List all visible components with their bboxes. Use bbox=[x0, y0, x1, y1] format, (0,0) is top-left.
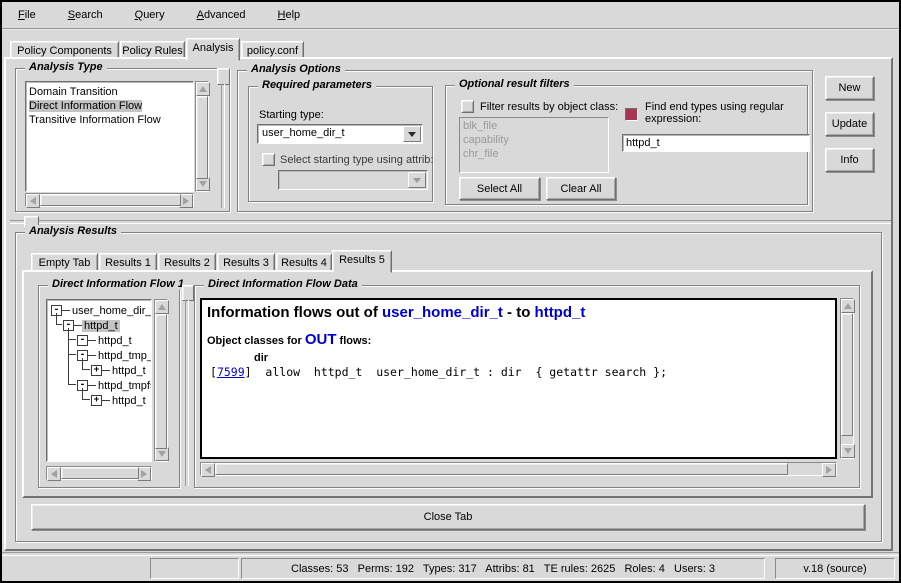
flow-tree-vscrollbar[interactable] bbox=[154, 299, 168, 462]
analysis-results-label: Analysis Results bbox=[25, 225, 121, 237]
scroll-up-icon[interactable] bbox=[196, 82, 210, 96]
tree-node[interactable]: +httpd_t bbox=[47, 393, 151, 408]
flow-tree-hscrollbar[interactable] bbox=[46, 466, 152, 480]
analysis-type-label: Analysis Type bbox=[25, 61, 107, 73]
tree-connector bbox=[68, 384, 76, 385]
list-item[interactable]: Domain Transition bbox=[26, 85, 193, 99]
flow-data-vscrollbar[interactable] bbox=[840, 298, 854, 459]
chevron-down-icon[interactable] bbox=[403, 126, 421, 142]
menu-search[interactable]: Search bbox=[64, 7, 107, 23]
tree-data-sash-handle[interactable] bbox=[182, 285, 194, 301]
scroll-right-icon[interactable] bbox=[137, 467, 151, 481]
analysis-type-vscrollbar[interactable] bbox=[195, 81, 209, 192]
status-empty-box bbox=[150, 558, 239, 579]
flow-title: Information flows out of user_home_dir_t… bbox=[202, 300, 835, 321]
results-sash[interactable] bbox=[10, 220, 891, 224]
rule-number-link[interactable]: 7599 bbox=[217, 365, 245, 379]
scroll-left-icon[interactable] bbox=[201, 463, 215, 477]
starting-type-label: Starting type: bbox=[259, 109, 324, 121]
chevron-down-icon bbox=[408, 172, 426, 188]
flow-rule: [7599] allow httpd_t user_home_dir_t : d… bbox=[202, 364, 835, 379]
tree-connector bbox=[68, 354, 76, 355]
tree-node[interactable]: -httpd_tmpfs_t bbox=[47, 378, 151, 393]
flow-data-textpane[interactable]: Information flows out of user_home_dir_t… bbox=[200, 298, 837, 459]
object-class-checkbox-label: Filter results by object class: bbox=[480, 101, 618, 113]
scroll-up-icon[interactable] bbox=[841, 299, 855, 313]
list-item: capability bbox=[460, 133, 608, 147]
optional-filters-label: Optional result filters bbox=[455, 78, 574, 90]
select-all-button[interactable]: Select All bbox=[459, 177, 540, 200]
flow-object-class: dir bbox=[202, 348, 835, 364]
menu-query[interactable]: Query bbox=[131, 7, 169, 23]
analysis-type-hscrollbar[interactable] bbox=[25, 193, 194, 207]
attrib-checkbox[interactable] bbox=[262, 153, 275, 166]
update-button[interactable]: Update bbox=[825, 112, 874, 136]
info-button[interactable]: Info bbox=[825, 148, 874, 172]
analysis-type-listbox[interactable]: Domain Transition Direct Information Flo… bbox=[25, 81, 194, 192]
scroll-down-icon[interactable] bbox=[155, 447, 169, 461]
tree-node[interactable]: -httpd_t bbox=[47, 333, 151, 348]
starting-type-value: user_home_dir_t bbox=[262, 127, 345, 139]
scroll-left-icon[interactable] bbox=[47, 467, 61, 481]
menu-help[interactable]: Help bbox=[274, 7, 305, 23]
flow-data-label: Direct Information Flow Data bbox=[204, 278, 362, 290]
object-class-checkbox-row: Filter results by object class: bbox=[461, 100, 618, 113]
tree-connector bbox=[68, 339, 76, 340]
tree-node[interactable]: -httpd_tmp_t bbox=[47, 348, 151, 363]
object-class-listbox[interactable]: blk_file capability chr_file bbox=[459, 117, 609, 173]
scroll-right-icon[interactable] bbox=[179, 194, 193, 208]
top-sash-handle[interactable] bbox=[217, 68, 230, 85]
menu-advanced[interactable]: Advanced bbox=[193, 7, 250, 23]
close-tab-button[interactable]: Close Tab bbox=[31, 504, 865, 530]
list-item[interactable]: Direct Information Flow bbox=[26, 99, 193, 113]
tree-expand-icon[interactable]: + bbox=[91, 365, 102, 376]
required-parameters-label: Required parameters bbox=[258, 79, 376, 91]
regex-input[interactable] bbox=[622, 134, 810, 152]
new-button[interactable]: New bbox=[825, 76, 874, 100]
scroll-down-icon[interactable] bbox=[196, 177, 210, 191]
tree-node[interactable]: -user_home_dir_t bbox=[47, 303, 151, 318]
tree-data-sash[interactable] bbox=[185, 300, 189, 486]
scroll-up-icon[interactable] bbox=[155, 300, 169, 314]
attrib-checkbox-label: Select starting type using attrib: bbox=[280, 154, 433, 166]
regex-checkbox-row: Find end types using regular expression: bbox=[625, 101, 784, 125]
tab-analysis[interactable]: Analysis bbox=[186, 38, 240, 61]
tree-node[interactable]: -httpd_t bbox=[47, 318, 151, 333]
tree-connector bbox=[82, 369, 90, 370]
object-class-checkbox[interactable] bbox=[461, 100, 474, 113]
regex-checkbox-label: Find end types using regular expression: bbox=[645, 101, 784, 125]
statusbar-divider bbox=[2, 552, 899, 556]
scroll-down-icon[interactable] bbox=[841, 444, 855, 458]
tree-node[interactable]: +httpd_t bbox=[47, 363, 151, 378]
analysis-options-label: Analysis Options bbox=[247, 63, 345, 75]
list-item[interactable]: Transitive Information Flow bbox=[26, 113, 193, 127]
tree-expand-icon[interactable]: - bbox=[77, 335, 88, 346]
attrib-combobox[interactable] bbox=[278, 170, 428, 190]
starting-type-combobox[interactable]: user_home_dir_t bbox=[257, 124, 423, 144]
tree-expand-icon[interactable]: + bbox=[91, 395, 102, 406]
tab-results-5[interactable]: Results 5 bbox=[332, 250, 392, 273]
top-sash[interactable] bbox=[221, 84, 225, 208]
scroll-right-icon[interactable] bbox=[822, 463, 836, 477]
flow-data-hscrollbar[interactable] bbox=[200, 462, 837, 476]
clear-all-button[interactable]: Clear All bbox=[546, 177, 616, 200]
tree-connector bbox=[56, 324, 62, 325]
tree-connector bbox=[82, 399, 90, 400]
flow-tree-label: Direct Information Flow 1 bbox=[48, 278, 188, 290]
list-item: blk_file bbox=[460, 119, 608, 133]
tree-connector bbox=[68, 328, 69, 385]
flow-subtitle: Object classes for OUT flows: bbox=[202, 321, 835, 348]
regex-checkbox[interactable] bbox=[625, 108, 638, 121]
apol-window: File Search Query Advanced Help Policy C… bbox=[0, 0, 901, 583]
menu-file[interactable]: File bbox=[14, 7, 40, 23]
menu-bar: File Search Query Advanced Help bbox=[2, 2, 899, 30]
scroll-left-icon[interactable] bbox=[26, 194, 40, 208]
status-stats: Classes: 53 Perms: 192 Types: 317 Attrib… bbox=[241, 558, 765, 579]
attrib-checkbox-row: Select starting type using attrib: bbox=[262, 153, 433, 166]
list-item: chr_file bbox=[460, 147, 608, 161]
status-version: v.18 (source) bbox=[775, 558, 895, 579]
